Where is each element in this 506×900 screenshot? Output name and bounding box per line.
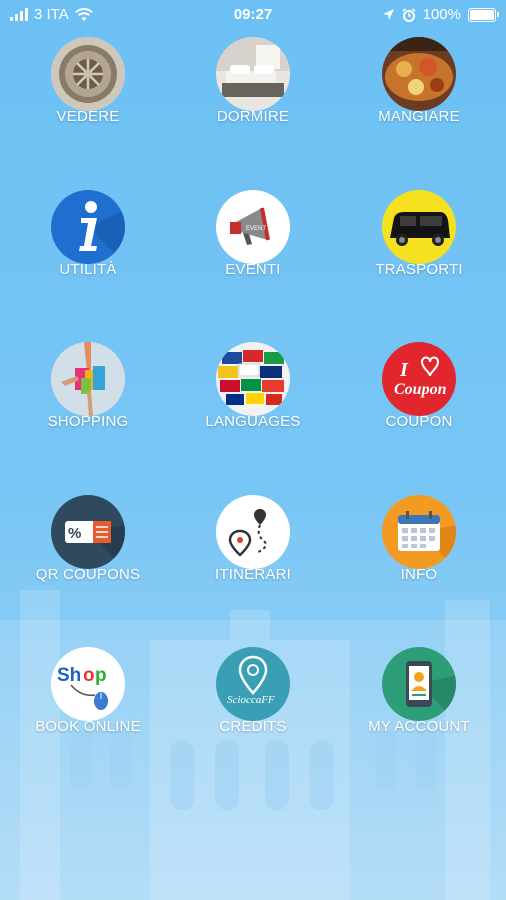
location-arrow-icon xyxy=(382,9,394,20)
menu-item-shopping[interactable]: SHOPPING xyxy=(13,342,163,430)
svg-text:p: p xyxy=(95,665,107,686)
location-pin-icon: ScioccaFF xyxy=(216,647,290,721)
menu-item-book-online[interactable]: Sh o p BOOK ONLINE xyxy=(13,647,163,735)
menu-item-info[interactable]: INFO xyxy=(344,495,494,583)
info-icon xyxy=(51,190,125,264)
menu-item-utilita[interactable]: UTILITÀ xyxy=(13,190,163,278)
svg-text:Coupon: Coupon xyxy=(394,381,447,398)
coupon-heart-icon: I Coupon xyxy=(382,342,456,416)
svg-text:Sh: Sh xyxy=(57,665,81,686)
menu-item-mangiare[interactable]: MANGIARE xyxy=(344,37,494,125)
svg-text:EVENT: EVENT xyxy=(246,226,266,232)
alarm-icon xyxy=(402,7,416,22)
menu-item-qr-coupons[interactable]: % QR COUPONS xyxy=(13,495,163,583)
svg-text:I: I xyxy=(399,359,409,381)
hotel-room-icon xyxy=(216,37,290,111)
food-plate-icon xyxy=(382,37,456,111)
menu-item-dormire[interactable]: DORMIRE xyxy=(178,37,328,125)
menu-item-credits[interactable]: ScioccaFF CREDITS xyxy=(178,647,328,735)
svg-text:%: % xyxy=(68,525,81,542)
svg-text:ScioccaFF: ScioccaFF xyxy=(227,694,275,706)
menu-item-eventi[interactable]: EVENT EVENTI xyxy=(178,190,328,278)
menu-item-my-account[interactable]: MY ACCOUNT xyxy=(344,647,494,735)
megaphone-icon: EVENT xyxy=(216,190,290,264)
shop-mouse-icon: Sh o p xyxy=(51,647,125,721)
battery-percent: 100% xyxy=(422,6,461,23)
manhole-cover-icon xyxy=(51,37,125,111)
percent-ticket-icon: % xyxy=(51,495,125,569)
status-bar: 3 ITA 09:27 100% xyxy=(0,0,506,30)
menu-item-coupon[interactable]: I Coupon COUPON xyxy=(344,342,494,430)
route-pin-icon xyxy=(216,495,290,569)
menu-item-languages[interactable]: LANGUAGES xyxy=(178,342,328,430)
menu-item-trasporti[interactable]: TRASPORTI xyxy=(344,190,494,278)
background-building-image xyxy=(0,590,506,900)
menu-item-itinerari[interactable]: ITINERARI xyxy=(178,495,328,583)
calendar-icon xyxy=(382,495,456,569)
menu-item-vedere[interactable]: VEDERE xyxy=(13,37,163,125)
phone-user-icon xyxy=(382,647,456,721)
van-icon xyxy=(382,190,456,264)
shopping-bags-icon xyxy=(51,342,125,416)
svg-text:o: o xyxy=(83,665,95,686)
flags-globe-icon xyxy=(216,342,290,416)
battery-icon xyxy=(468,7,499,22)
